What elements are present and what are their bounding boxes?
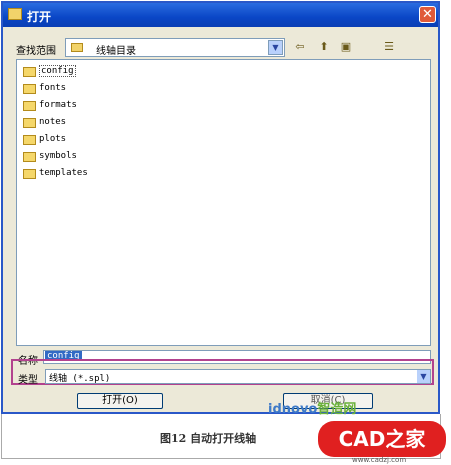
folder-icon <box>23 67 36 77</box>
chevron-down-icon[interactable]: ▼ <box>268 40 283 55</box>
folder-icon <box>23 101 36 111</box>
folder-icon <box>23 135 36 145</box>
file-name: formats <box>39 100 77 110</box>
file-name: templates <box>39 168 88 178</box>
watermark-site: idnovo <box>268 402 318 417</box>
filetype-label: 类型 <box>18 375 38 386</box>
new-folder-icon[interactable]: ▣ <box>338 39 354 55</box>
filetype-value: 线轴 (*.spl) <box>49 374 111 384</box>
open-button[interactable]: 打开(O) <box>77 393 163 409</box>
open-dialog: 打开 ✕ 查找范围 线轴目录 ▼ ⇦ ⬆ ▣ ☰ config fonts fo… <box>1 1 440 414</box>
file-name: config <box>39 65 76 77</box>
up-folder-icon[interactable]: ⬆ <box>316 39 332 55</box>
look-in-value: 线轴目录 <box>96 46 136 57</box>
filetype-select[interactable]: 线轴 (*.spl) ▼ <box>45 369 431 384</box>
folder-icon <box>23 169 36 179</box>
folder-icon <box>71 43 83 52</box>
view-menu-icon[interactable]: ☰ <box>381 39 397 55</box>
file-list[interactable]: config fonts formats notes plots symbols… <box>16 59 431 346</box>
folder-icon <box>23 152 36 162</box>
back-icon[interactable]: ⇦ <box>292 39 308 55</box>
watermark-url: www.cadzj.com <box>352 456 407 464</box>
cad-logo: CAD之家 <box>318 421 446 457</box>
file-name: notes <box>39 117 67 127</box>
watermark-site-cn: 智造网 <box>317 402 357 417</box>
dialog-title: 打开 <box>27 10 52 24</box>
chevron-down-icon[interactable]: ▼ <box>417 370 430 383</box>
look-in-dropdown[interactable]: 线轴目录 ▼ <box>65 38 285 57</box>
file-name: plots <box>39 134 67 144</box>
figure-caption: 图12 自动打开线轴 <box>160 432 257 445</box>
site-watermark: idnovo智造网 <box>268 398 356 417</box>
file-name: symbols <box>39 151 77 161</box>
look-in-label: 查找范围 <box>16 46 56 57</box>
folder-icon <box>23 118 36 128</box>
file-name: fonts <box>39 83 67 93</box>
folder-icon <box>8 8 22 20</box>
close-button[interactable]: ✕ <box>419 6 436 23</box>
folder-icon <box>23 84 36 94</box>
title-bar: 打开 ✕ <box>3 3 438 27</box>
